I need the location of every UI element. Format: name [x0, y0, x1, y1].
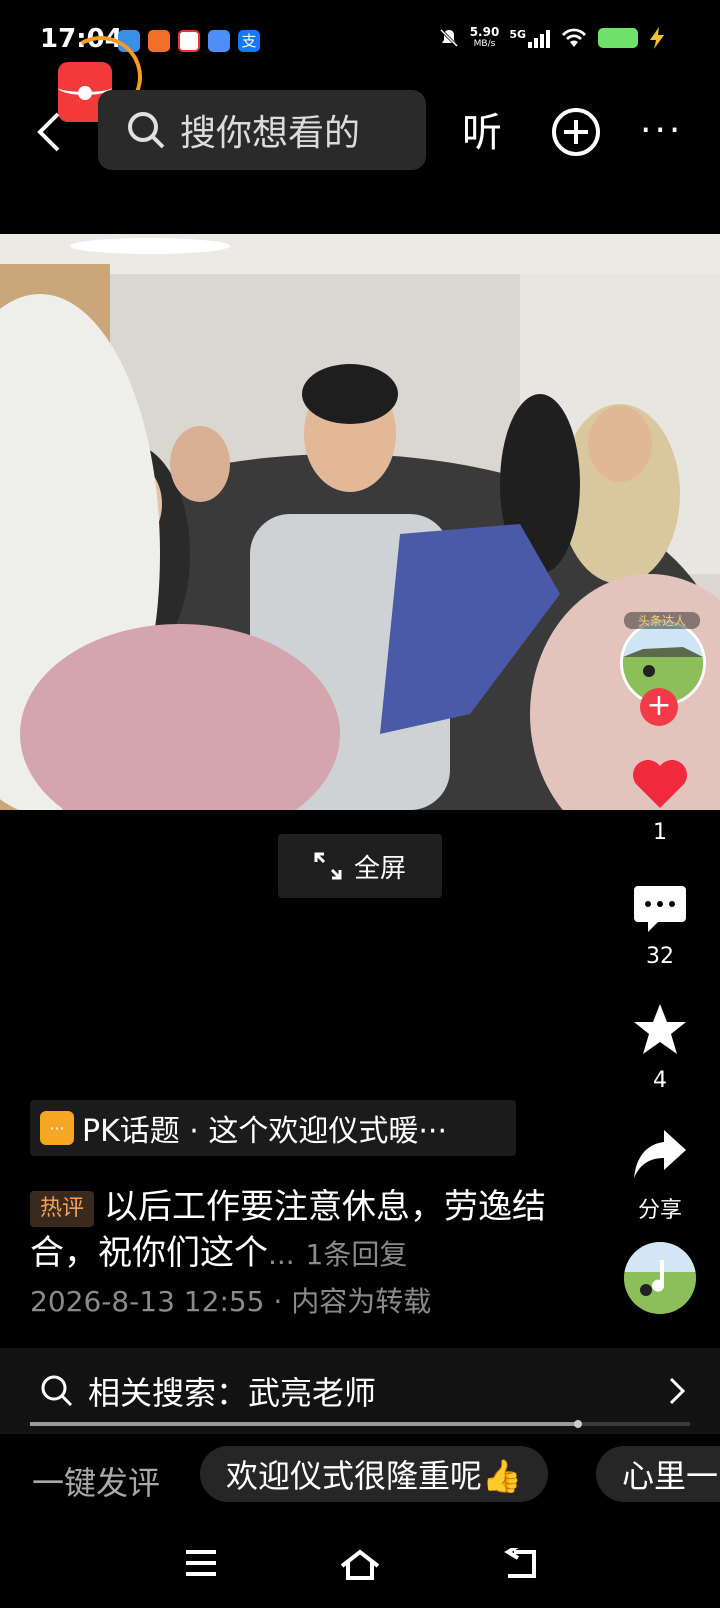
share-label[interactable]: 分享: [620, 1192, 700, 1224]
star-icon[interactable]: [632, 1002, 688, 1056]
wifi-icon: [562, 28, 586, 47]
battery-icon: [598, 28, 638, 48]
network-type: 5G: [509, 28, 526, 41]
chevron-right-icon: [669, 1377, 686, 1405]
comment-ellipsis: ...: [268, 1238, 295, 1271]
author-badge-label: 头条达人: [624, 612, 700, 629]
post-date-line: 2026-8-13 12:55 · 内容为转载: [30, 1285, 432, 1318]
progress-handle[interactable]: [573, 1420, 582, 1428]
home-icon[interactable]: [338, 1548, 382, 1582]
menu-icon[interactable]: [184, 1548, 218, 1578]
expand-icon: [314, 852, 342, 880]
mute-icon: [439, 28, 458, 48]
music-disc[interactable]: [624, 1242, 696, 1314]
listen-button[interactable]: 听: [462, 100, 502, 158]
pk-topic-text: PK话题 · 这个欢迎仪式暖···: [82, 1114, 447, 1149]
charging-icon: [650, 27, 664, 49]
follow-plus-button[interactable]: +: [640, 688, 678, 726]
search-icon: [41, 1375, 73, 1407]
fullscreen-button[interactable]: 全屏: [278, 834, 442, 898]
app-icon-blue2: [208, 30, 230, 52]
back-icon[interactable]: [34, 110, 64, 154]
add-button[interactable]: [552, 108, 600, 156]
reply-count[interactable]: 1条回复: [306, 1238, 408, 1271]
comment-icon[interactable]: [632, 884, 688, 934]
alipay-icon: 支: [238, 30, 260, 52]
status-indicators: 5.90 MB/s 5G: [438, 26, 666, 50]
chat-bubble-icon: ···: [40, 1111, 74, 1145]
fullscreen-label: 全屏: [353, 853, 406, 884]
net-speed-unit: MB/s: [473, 39, 496, 49]
quick-comment-chip[interactable]: 欢迎仪式很隆重呢👍: [200, 1446, 548, 1502]
app-icon-red: [178, 30, 200, 52]
video-frame: [0, 234, 720, 810]
quick-comment-label: 一键发评: [32, 1464, 161, 1502]
comment-count: 32: [646, 944, 674, 969]
video-progress-fill: [30, 1422, 578, 1426]
hot-comment[interactable]: 热评 以后工作要注意休息，劳逸结合，祝你们这个... 1条回复: [30, 1184, 570, 1278]
related-search-text: 相关搜索：武亮老师: [88, 1374, 377, 1412]
like-count: 1: [653, 820, 667, 845]
back-nav-icon[interactable]: [502, 1548, 540, 1580]
signal-icon: [528, 28, 550, 48]
more-button[interactable]: ···: [640, 110, 683, 151]
heart-icon[interactable]: [632, 758, 688, 810]
pk-topic-chip[interactable]: ··· PK话题 · 这个欢迎仪式暖···: [30, 1100, 516, 1156]
share-icon[interactable]: [632, 1128, 688, 1180]
app-icon-orange: [148, 30, 170, 52]
favorite-count: 4: [653, 1068, 667, 1093]
video-progress-bar[interactable]: [30, 1420, 690, 1428]
search-icon: [128, 112, 165, 149]
quick-comment-chip[interactable]: 心里一: [596, 1446, 720, 1502]
hot-comment-tag: 热评: [30, 1190, 95, 1227]
net-speed-value: 5.90: [469, 25, 500, 39]
search-placeholder: 搜你想看的: [180, 113, 361, 154]
video-player[interactable]: [0, 234, 720, 810]
search-input[interactable]: 搜你想看的: [98, 90, 426, 170]
